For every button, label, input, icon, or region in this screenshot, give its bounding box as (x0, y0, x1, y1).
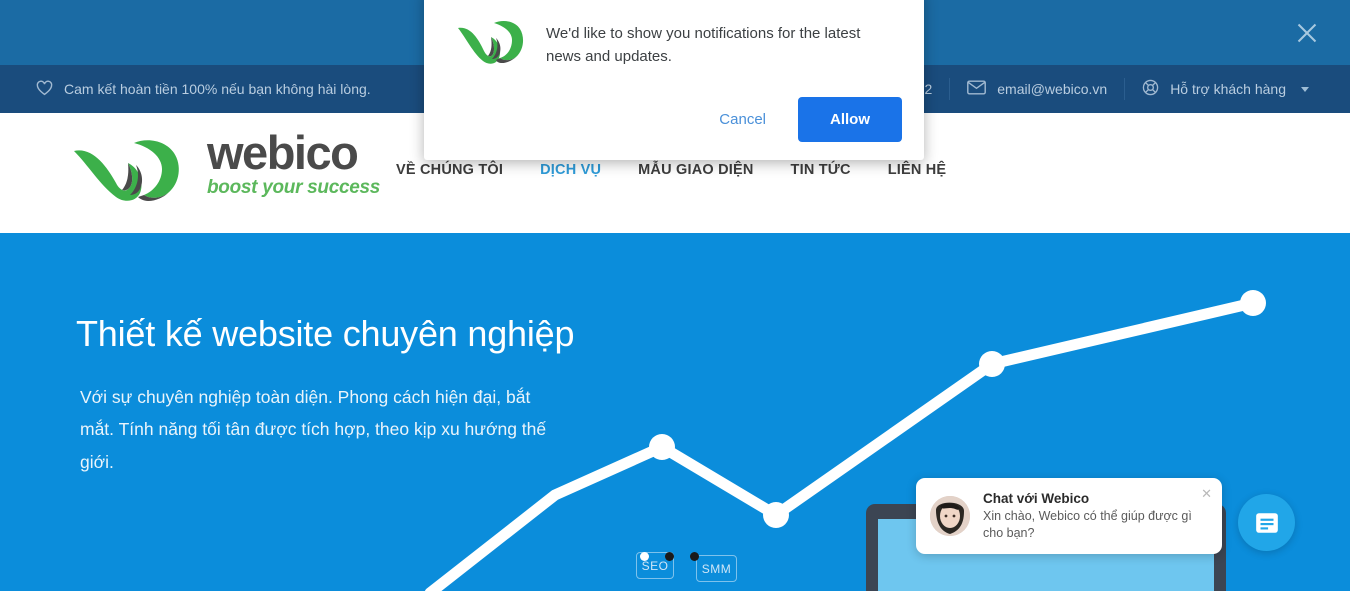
chat-body: Chat với Webico Xin chào, Webico có thể … (983, 491, 1208, 542)
support-text: Hỗ trợ khách hàng (1170, 81, 1286, 97)
chat-title: Chat với Webico (983, 490, 1090, 506)
email-item[interactable]: email@webico.vn (949, 78, 1124, 100)
nav-item-mau-giao-dien[interactable]: MẪU GIAO DIỆN (638, 162, 753, 178)
carousel-dots (640, 552, 699, 561)
nav-item-ve-chung-toi[interactable]: VỀ CHÚNG TÔI (396, 162, 503, 178)
carousel-dot-3[interactable] (690, 552, 699, 561)
chat-widget[interactable]: Chat với Webico Xin chào, Webico có thể … (916, 478, 1222, 554)
logo[interactable]: webico boost your success (70, 126, 381, 205)
nav-item-tin-tuc[interactable]: TIN TỨC (791, 162, 851, 178)
webico-logo-icon (74, 139, 179, 201)
carousel-dot-2[interactable] (665, 552, 674, 561)
chevron-down-icon (1301, 86, 1309, 92)
close-icon[interactable]: ✕ (1201, 486, 1212, 502)
chat-message-icon (1255, 512, 1278, 533)
logo-word: webico (207, 126, 359, 179)
support-item[interactable]: Hỗ trợ khách hàng (1124, 78, 1326, 100)
cancel-button[interactable]: Cancel (709, 103, 776, 136)
guarantee-item: Cam kết hoàn tiền 100% nếu bạn không hài… (36, 78, 388, 100)
hero-subtitle: Với sự chuyên nghiệp toàn diện. Phong cá… (80, 387, 547, 472)
nav-item-lien-he[interactable]: LIÊN HỆ (888, 162, 947, 178)
webico-logo-icon (458, 21, 524, 64)
heart-icon (36, 80, 53, 99)
badge-smm: SMM (696, 555, 737, 582)
mail-icon (967, 80, 987, 98)
close-icon[interactable] (1292, 18, 1322, 48)
notification-message: We'd like to show you notifications for … (546, 25, 861, 66)
logo-tagline: boost your success (207, 176, 381, 198)
email-text: email@webico.vn (997, 81, 1108, 97)
hero-title: Thiết kế website chuyên nghiệp (76, 313, 575, 354)
chat-message: Xin chào, Webico có thể giúp được gì cho… (983, 508, 1192, 540)
chat-fab-button[interactable] (1238, 494, 1295, 551)
info-bar-left: Cam kết hoàn tiền 100% nếu bạn không hài… (36, 78, 388, 100)
notification-permission-dialog: We'd like to show you notifications for … (424, 0, 924, 160)
guarantee-text: Cam kết hoàn tiền 100% nếu bạn không hài… (64, 81, 371, 97)
info-bar-right: 02 email@webico.vn Hỗ trợ khách hàng (900, 65, 1326, 113)
logo-text: webico boost your success (207, 126, 381, 205)
carousel-dot-1[interactable] (640, 552, 649, 561)
nav-item-dich-vu[interactable]: DỊCH VỤ (540, 162, 601, 178)
lifebuoy-icon (1142, 79, 1159, 99)
main-nav: VỀ CHÚNG TÔI DỊCH VỤ MẪU GIAO DIỆN TIN T… (396, 162, 946, 178)
notification-actions: Cancel Allow (709, 97, 902, 142)
allow-button[interactable]: Allow (798, 97, 902, 142)
avatar (930, 496, 970, 536)
